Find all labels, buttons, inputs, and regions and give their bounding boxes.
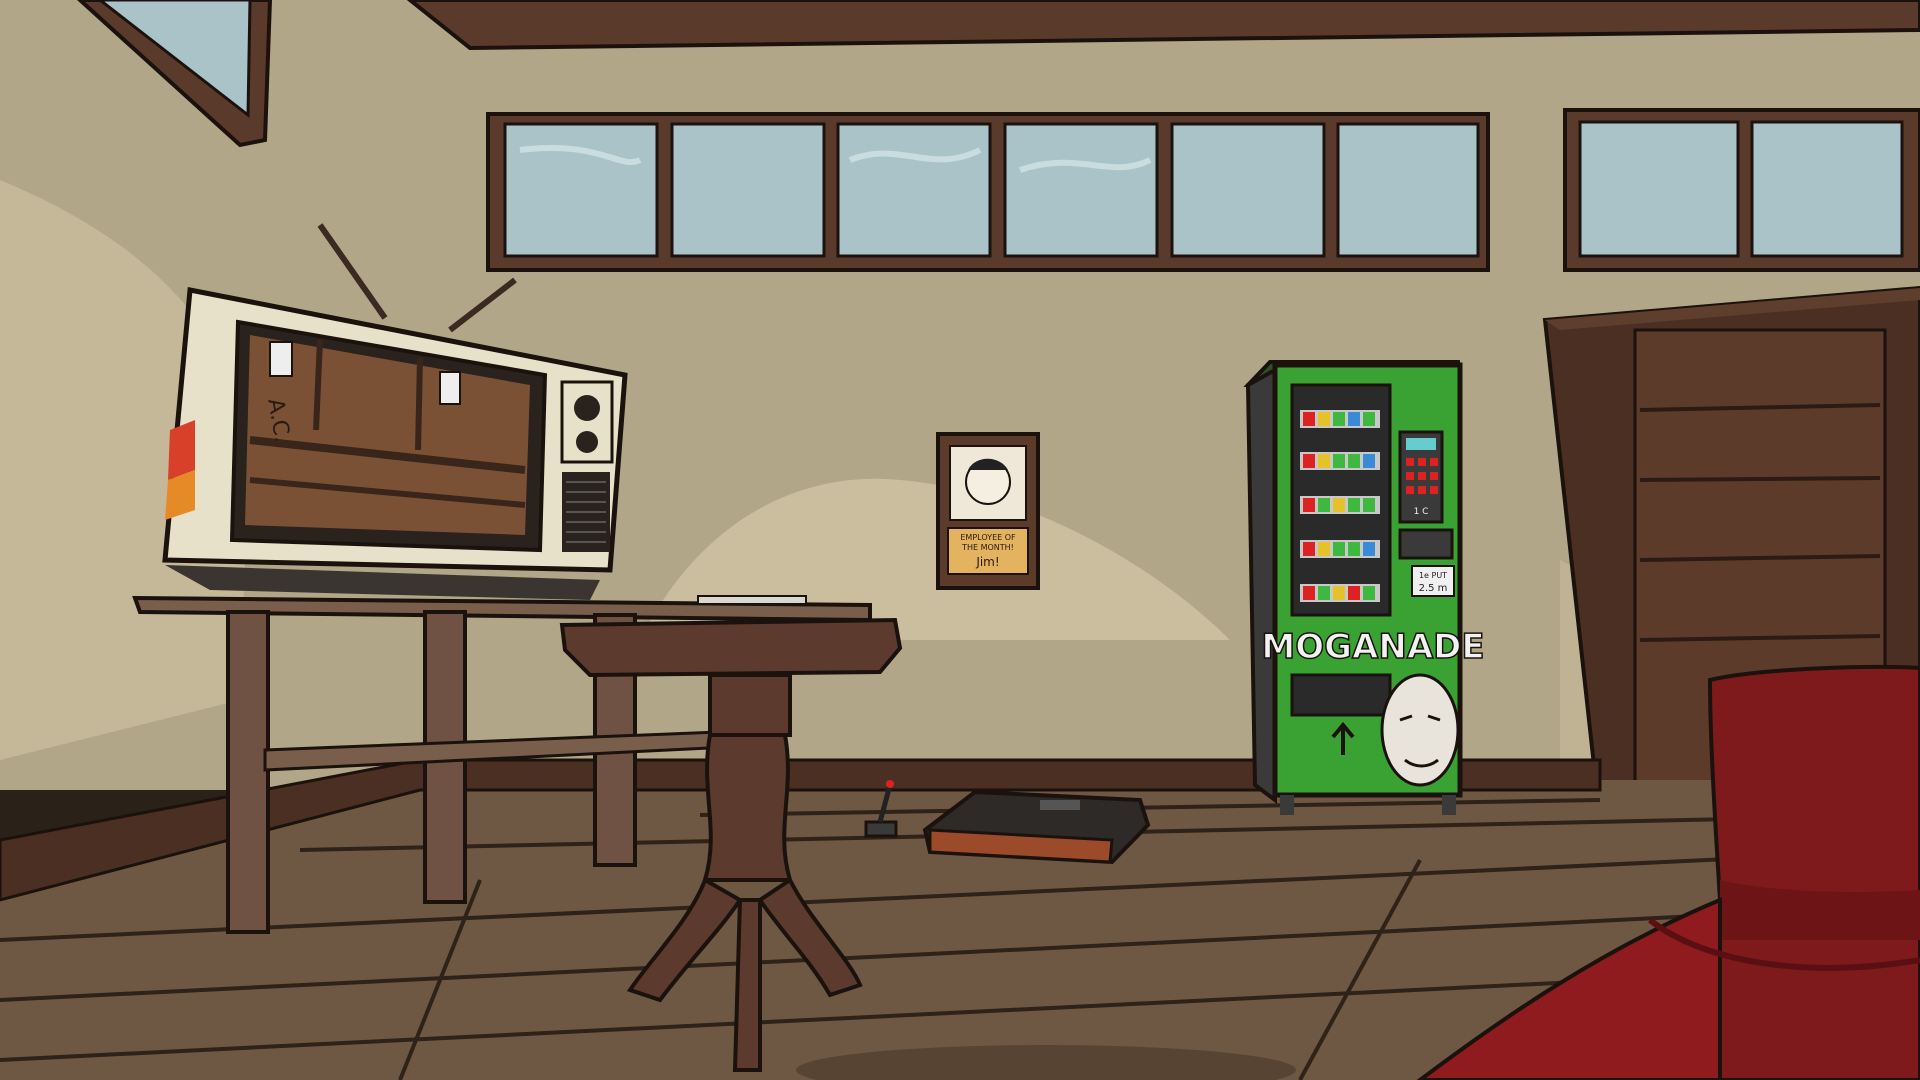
vending-display bbox=[1406, 438, 1436, 450]
vending-brand-logo: MOGANADE bbox=[1261, 627, 1484, 667]
game-scene: A.C. EMPLOYEE OF THE MONTH! Jim! 1 C 1e … bbox=[0, 0, 1920, 1080]
tv-dial-bottom bbox=[576, 431, 598, 453]
keypad-buttons[interactable] bbox=[1406, 458, 1438, 494]
mascot-face-icon bbox=[1380, 673, 1460, 787]
employee-of-month-poster: EMPLOYEE OF THE MONTH! Jim! bbox=[936, 432, 1040, 590]
retro-game-console[interactable] bbox=[922, 789, 1151, 865]
tv-dial-top bbox=[574, 395, 600, 421]
price-tag-line2: 2.5 m bbox=[1419, 583, 1448, 594]
poster-name: Jim! bbox=[975, 555, 999, 569]
vending-machine[interactable]: 1 C 1e PUT 2.5 m MOGANADE bbox=[1243, 360, 1485, 815]
poster-caption-line1: EMPLOYEE OF bbox=[960, 533, 1016, 542]
price-tag-line1: 1e PUT bbox=[1419, 571, 1447, 580]
poster-caption-line2: THE MONTH! bbox=[961, 543, 1014, 552]
coin-slot[interactable] bbox=[1398, 528, 1454, 560]
clerestory-windows bbox=[486, 108, 1920, 272]
keypad-label: 1 C bbox=[1414, 507, 1429, 517]
vending-dispense-slot[interactable] bbox=[1290, 673, 1392, 717]
